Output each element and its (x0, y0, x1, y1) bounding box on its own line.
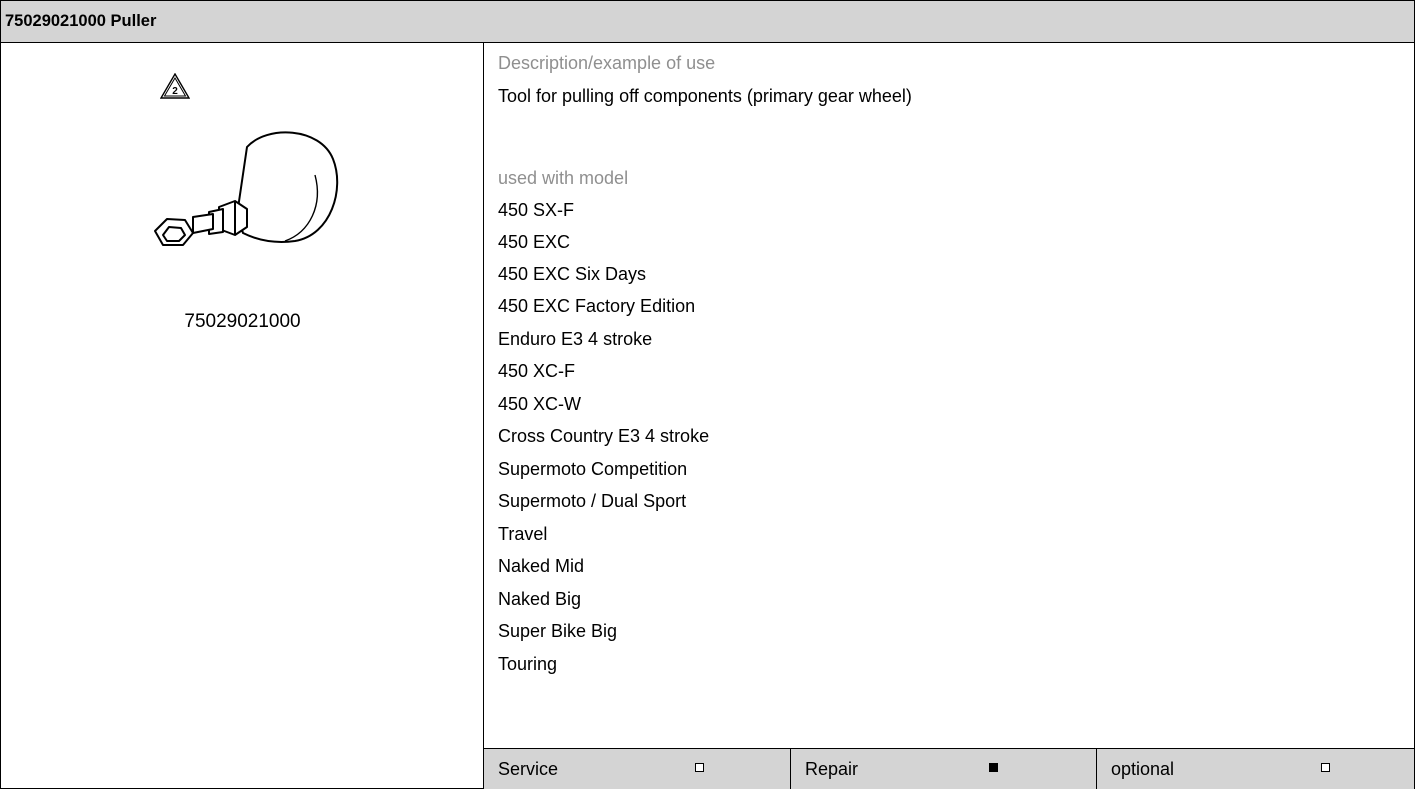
repair-category: Repair (790, 749, 1096, 789)
models-label: used with model (498, 168, 629, 188)
model-item: Supermoto Competition (498, 459, 688, 479)
description-label: Description/example of use (498, 53, 716, 73)
part-number-caption: 75029021000 (184, 311, 301, 332)
model-item: 450 XC-F (498, 361, 576, 381)
model-item: 450 XC-W (498, 394, 582, 414)
tool-image-cell: 2 75029021000 (1, 43, 484, 789)
model-item: 450 EXC Six Days (498, 264, 647, 284)
optional-checkbox-icon (1321, 763, 1330, 772)
warning-number: 2 (172, 86, 178, 97)
model-item: 450 SX-F (498, 200, 575, 220)
puller-tool-icon (154, 131, 339, 246)
model-item: Enduro E3 4 stroke (498, 329, 653, 349)
service-label: Service (498, 759, 559, 779)
repair-checkbox-icon (989, 763, 998, 772)
warning-triangle-icon: 2 (160, 73, 190, 99)
model-item: Naked Mid (498, 556, 585, 576)
description-text: Tool for pulling off components (primary… (498, 86, 912, 106)
optional-category: optional (1096, 749, 1412, 789)
tool-title: 75029021000 Puller (1, 1, 1414, 43)
usage-category-bar: Service Repair optional (484, 748, 1414, 789)
tool-info-cell: Description/example of use Tool for pull… (484, 43, 1414, 749)
model-item: 450 EXC (498, 232, 571, 252)
model-item: Naked Big (498, 589, 582, 609)
optional-label: optional (1111, 759, 1175, 779)
model-item: Touring (498, 654, 558, 674)
repair-label: Repair (805, 759, 859, 779)
model-item: Cross Country E3 4 stroke (498, 426, 710, 446)
model-item: Travel (498, 524, 548, 544)
model-item: Super Bike Big (498, 621, 618, 641)
model-item: 450 EXC Factory Edition (498, 296, 696, 316)
tool-sheet: 75029021000 Puller 2 75029021000 Descrip… (0, 0, 1415, 789)
service-checkbox-icon (695, 763, 704, 772)
model-item: Supermoto / Dual Sport (498, 491, 687, 511)
service-category: Service (484, 749, 790, 789)
